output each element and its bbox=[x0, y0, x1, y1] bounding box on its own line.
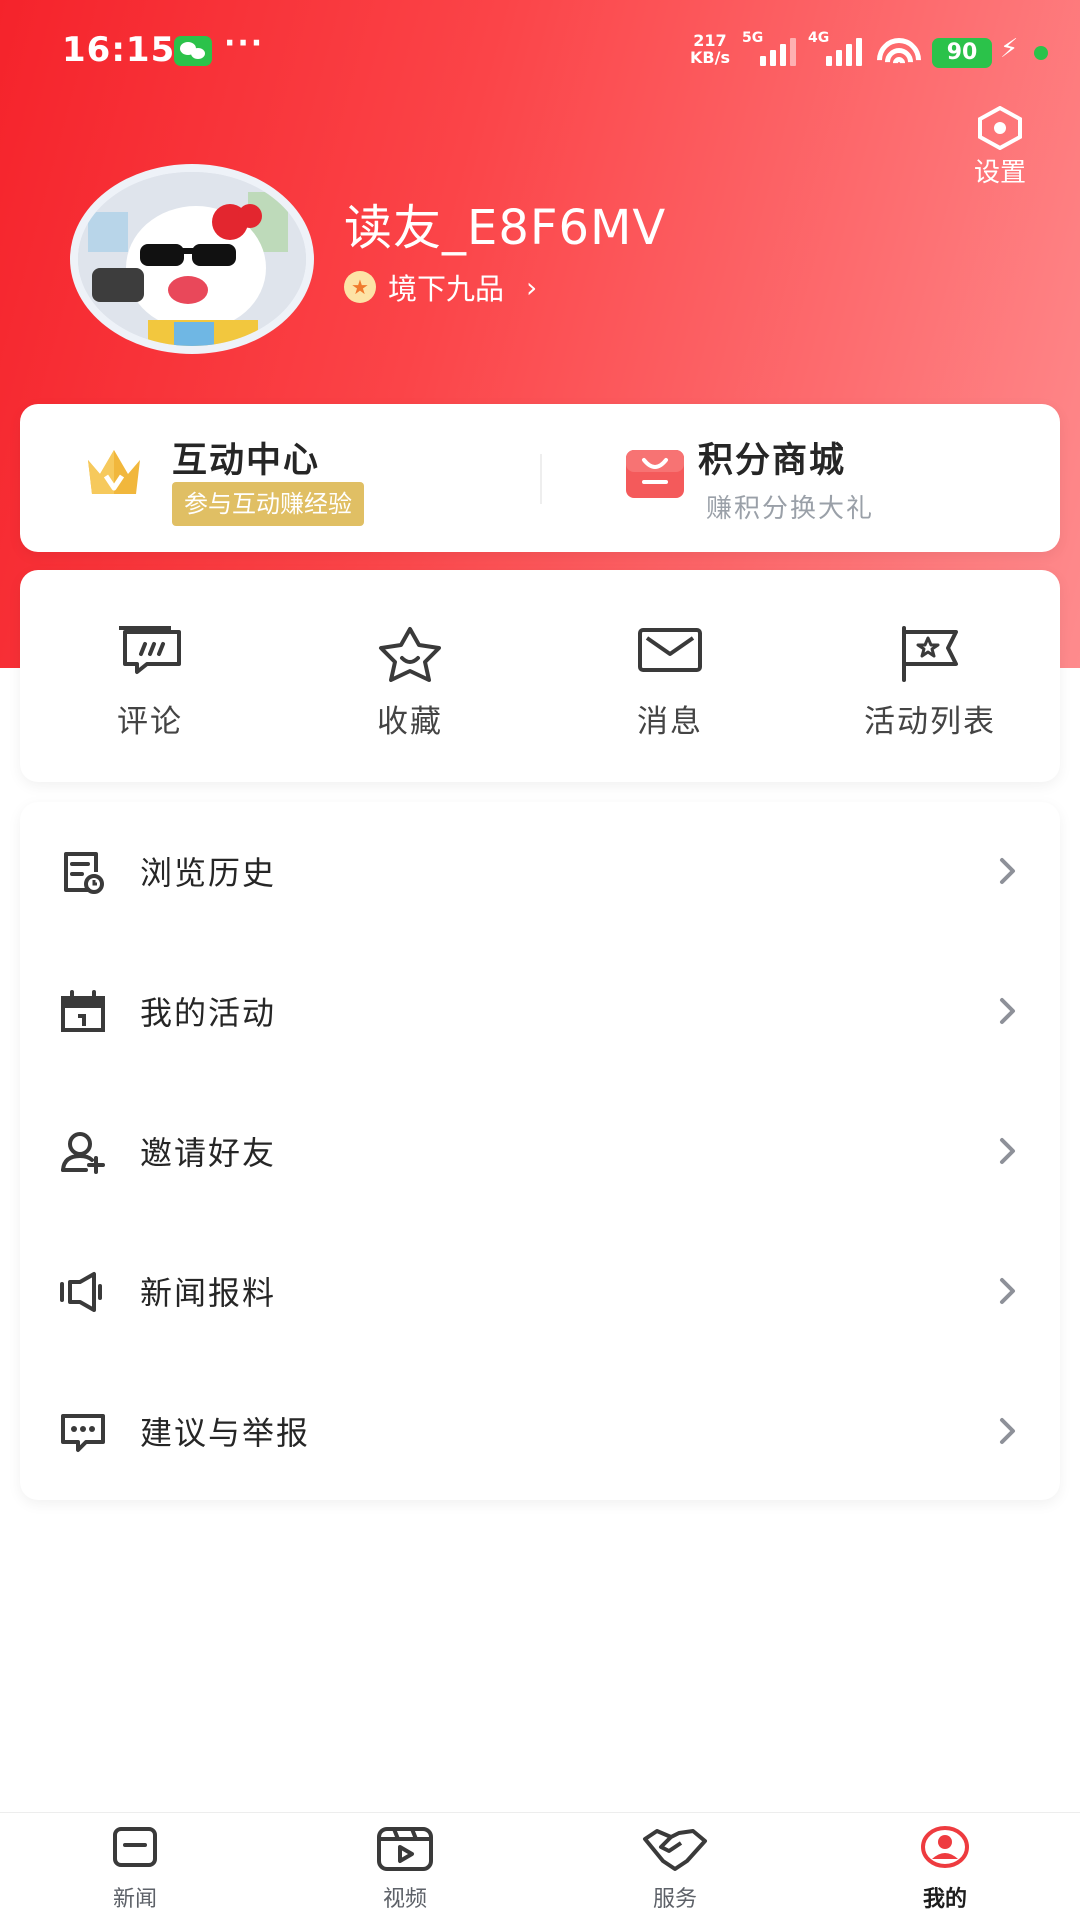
tab-label: 我的 bbox=[922, 1887, 967, 1912]
menu-item-feedback-report[interactable]: 建议与举报 bbox=[20, 1362, 1060, 1502]
tab-video[interactable]: 视频 bbox=[270, 1813, 540, 1920]
menu-item-label: 新闻报料 bbox=[140, 1274, 277, 1312]
network-speed: 217 KB/s bbox=[690, 32, 730, 66]
chevron-right-icon bbox=[1000, 858, 1015, 884]
menu-list: 浏览历史 我的活动 邀请好友 新闻报料 建议与举报 bbox=[20, 802, 1060, 1500]
tab-label: 视频 bbox=[382, 1887, 427, 1912]
interaction-center-badge: 参与互动赚经验 bbox=[172, 482, 364, 526]
star-icon bbox=[379, 627, 441, 682]
level-badge-icon bbox=[344, 271, 376, 303]
profile-icon bbox=[921, 1826, 969, 1868]
settings-label: 设置 bbox=[973, 158, 1026, 188]
signal-icon bbox=[760, 36, 798, 66]
interaction-center-title: 互动中心 bbox=[172, 441, 321, 481]
chevron-right-icon bbox=[1000, 1138, 1015, 1164]
crown-icon bbox=[88, 450, 140, 494]
add-user-icon bbox=[61, 1132, 105, 1174]
wechat-icon bbox=[174, 36, 212, 66]
battery-icon: 90 bbox=[932, 38, 992, 68]
wifi-icon bbox=[876, 36, 922, 66]
menu-item-my-activities[interactable]: 我的活动 bbox=[20, 942, 1060, 1082]
status-bar: 16:15 ··· 217 KB/s 5G 4G 90 ⚡ bbox=[0, 0, 1080, 104]
menu-item-label: 我的活动 bbox=[140, 994, 277, 1032]
news-icon bbox=[113, 1827, 157, 1867]
interaction-center-button[interactable]: 互动中心 参与互动赚经验 bbox=[20, 404, 540, 552]
menu-item-label: 邀请好友 bbox=[140, 1134, 277, 1172]
tab-me[interactable]: 我的 bbox=[810, 1813, 1080, 1920]
avatar[interactable] bbox=[70, 164, 314, 354]
points-mall-title: 积分商城 bbox=[698, 441, 847, 481]
mail-icon bbox=[638, 628, 702, 672]
quick-action-favorites[interactable]: 收藏 bbox=[280, 570, 540, 782]
chevron-right-icon bbox=[1000, 998, 1015, 1024]
username: 读友_E8F6MV bbox=[344, 200, 667, 256]
quick-action-label: 收藏 bbox=[377, 704, 443, 740]
quick-action-activity-list[interactable]: 活动列表 bbox=[800, 570, 1060, 782]
tab-news[interactable]: 新闻 bbox=[0, 1813, 270, 1920]
user-level-label: 境下九品 bbox=[388, 272, 505, 306]
settings-icon bbox=[978, 106, 1022, 150]
calendar-icon bbox=[61, 990, 105, 1032]
user-level-link[interactable]: 境下九品 › bbox=[344, 266, 537, 308]
menu-item-browse-history[interactable]: 浏览历史 bbox=[20, 802, 1060, 942]
flag-icon bbox=[902, 626, 958, 682]
signal-icon bbox=[826, 36, 864, 66]
chevron-right-icon: › bbox=[526, 270, 538, 304]
video-icon bbox=[377, 1827, 433, 1871]
tab-label: 服务 bbox=[652, 1887, 697, 1912]
status-time: 16:15 bbox=[62, 30, 176, 70]
menu-item-label: 建议与举报 bbox=[140, 1414, 311, 1452]
network-speed-value: 217 bbox=[693, 31, 727, 50]
chevron-right-icon bbox=[1000, 1418, 1015, 1444]
more-notifications-icon: ··· bbox=[224, 26, 265, 61]
handshake-icon bbox=[643, 1829, 707, 1871]
menu-item-invite-friends[interactable]: 邀请好友 bbox=[20, 1082, 1060, 1222]
charging-icon: ⚡ bbox=[1000, 34, 1019, 64]
shopping-bag-icon bbox=[626, 450, 684, 498]
menu-item-label: 浏览历史 bbox=[140, 854, 277, 892]
history-icon bbox=[64, 852, 104, 894]
feedback-icon bbox=[61, 1414, 105, 1452]
network-speed-unit: KB/s bbox=[690, 48, 730, 67]
status-indicator-dot bbox=[1034, 46, 1048, 60]
megaphone-icon bbox=[60, 1272, 102, 1312]
bottom-tab-bar: 新闻 视频 服务 我的 bbox=[0, 1812, 1080, 1920]
avatar-image bbox=[78, 172, 306, 346]
quick-action-comments[interactable]: 评论 bbox=[20, 570, 280, 782]
quick-actions-card: 评论 收藏 消息 活动列表 bbox=[20, 570, 1060, 782]
settings-button[interactable]: 设置 bbox=[964, 106, 1036, 189]
comment-icon bbox=[119, 626, 181, 674]
tab-label: 新闻 bbox=[112, 1887, 157, 1912]
feature-card: 互动中心 参与互动赚经验 积分商城 赚积分换大礼 bbox=[20, 404, 1060, 552]
quick-action-label: 消息 bbox=[637, 704, 703, 740]
quick-action-messages[interactable]: 消息 bbox=[540, 570, 800, 782]
chevron-right-icon bbox=[1000, 1278, 1015, 1304]
quick-action-label: 评论 bbox=[117, 704, 183, 740]
tab-services[interactable]: 服务 bbox=[540, 1813, 810, 1920]
points-mall-subtitle: 赚积分换大礼 bbox=[706, 494, 875, 524]
menu-item-news-tip[interactable]: 新闻报料 bbox=[20, 1222, 1060, 1362]
quick-action-label: 活动列表 bbox=[864, 704, 996, 740]
